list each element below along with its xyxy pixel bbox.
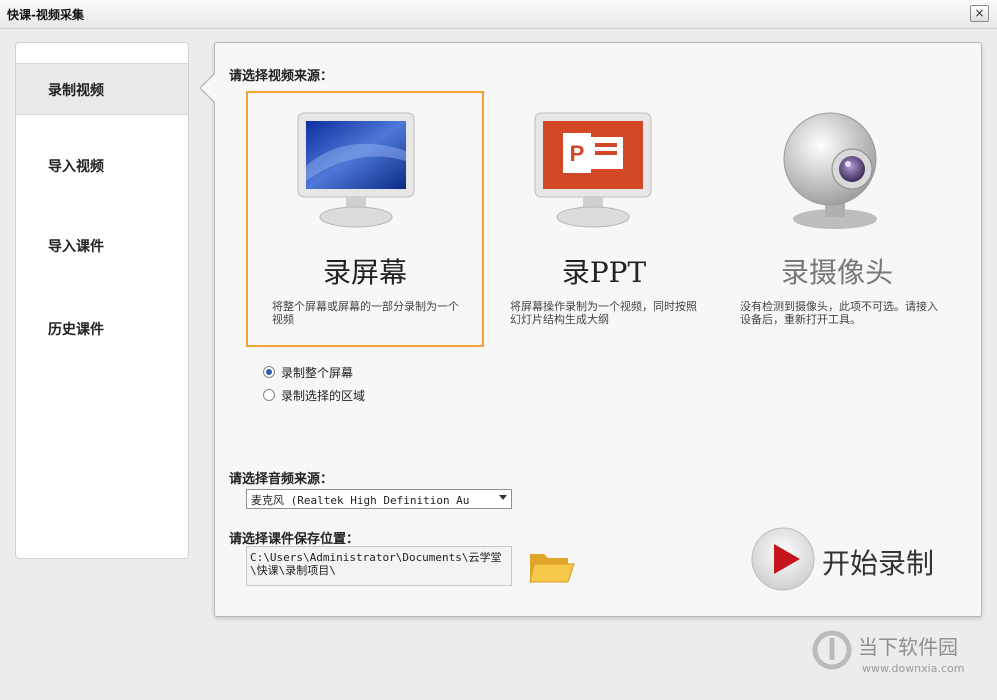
radio-checked-icon xyxy=(263,366,275,378)
play-icon xyxy=(751,527,815,591)
save-location-field[interactable]: C:\Users\Administrator\Documents\云学堂\快课\… xyxy=(246,546,512,586)
radio-selected-area[interactable]: 录制选择的区域 xyxy=(263,387,365,404)
radio-unchecked-icon xyxy=(263,389,275,401)
source-option-ppt[interactable]: P 录PPT 将屏幕操作录制为一个视频，同时按照幻灯片结构生成大纲 xyxy=(487,93,721,345)
radio-full-screen[interactable]: 录制整个屏幕 xyxy=(263,364,353,381)
watermark-logo-icon xyxy=(812,630,852,670)
source-option-desc: 将屏幕操作录制为一个视频，同时按照幻灯片结构生成大纲 xyxy=(510,300,697,326)
audio-source-label: 请选择音频来源： xyxy=(229,472,334,487)
source-option-desc: 没有检测到摄像头，此项不可选。请接入设备后，重新打开工具。 xyxy=(740,300,938,326)
monitor-icon xyxy=(297,112,415,228)
sidebar-item-import-video[interactable]: 导入视频 xyxy=(16,140,188,190)
sidebar-item-label: 录制视频 xyxy=(48,83,104,99)
video-source-label: 请选择视频来源： xyxy=(229,69,334,84)
radio-label: 录制选择的区域 xyxy=(281,389,366,403)
start-record-label: 开始录制 xyxy=(822,547,935,580)
chevron-down-icon xyxy=(499,495,507,500)
sidebar: 录制视频 导入视频 导入课件 历史课件 xyxy=(15,42,189,559)
start-record-button[interactable]: 开始录制 xyxy=(750,526,950,592)
title-bar: 快课-视频采集 × xyxy=(0,0,997,29)
folder-icon[interactable] xyxy=(528,548,576,586)
panel-pointer-inner xyxy=(201,73,216,103)
ppt-monitor-icon: P xyxy=(534,112,652,228)
watermark-url: www.downxia.com xyxy=(862,662,965,675)
source-option-desc: 将整个屏幕或屏幕的一部分录制为一个视频 xyxy=(272,300,459,326)
audio-source-select[interactable]: 麦克风 (Realtek High Definition Au xyxy=(246,489,512,509)
svg-text:P: P xyxy=(570,141,585,166)
source-option-title: 录摄像头 xyxy=(780,256,893,289)
watermark-name: 当下软件园 xyxy=(858,635,958,659)
window-title: 快课-视频采集 xyxy=(7,8,84,22)
sidebar-item-label: 导入视频 xyxy=(48,159,104,175)
webcam-icon xyxy=(783,112,877,229)
save-location-label: 请选择课件保存位置： xyxy=(229,532,360,547)
sidebar-item-history-courseware[interactable]: 历史课件 xyxy=(16,303,188,353)
source-option-title: 录PPT xyxy=(561,256,647,289)
sidebar-item-import-courseware[interactable]: 导入课件 xyxy=(16,220,188,270)
source-option-screen[interactable]: 录屏幕 将整个屏幕或屏幕的一部分录制为一个视频 xyxy=(246,91,484,347)
watermark: 当下软件园 www.downxia.com xyxy=(812,628,982,688)
sidebar-item-record-video[interactable]: 录制视频 xyxy=(16,63,188,115)
audio-source-value: 麦克风 (Realtek High Definition Au xyxy=(251,494,470,507)
radio-label: 录制整个屏幕 xyxy=(281,366,354,380)
sidebar-item-label: 历史课件 xyxy=(48,322,104,338)
close-button[interactable]: × xyxy=(970,5,989,22)
sidebar-item-label: 导入课件 xyxy=(48,239,104,255)
save-location-value: C:\Users\Administrator\Documents\云学堂\快课\… xyxy=(250,551,502,577)
source-option-camera: 录摄像头 没有检测到摄像头，此项不可选。请接入设备后，重新打开工具。 xyxy=(720,93,954,345)
source-option-title: 录屏幕 xyxy=(322,256,407,289)
